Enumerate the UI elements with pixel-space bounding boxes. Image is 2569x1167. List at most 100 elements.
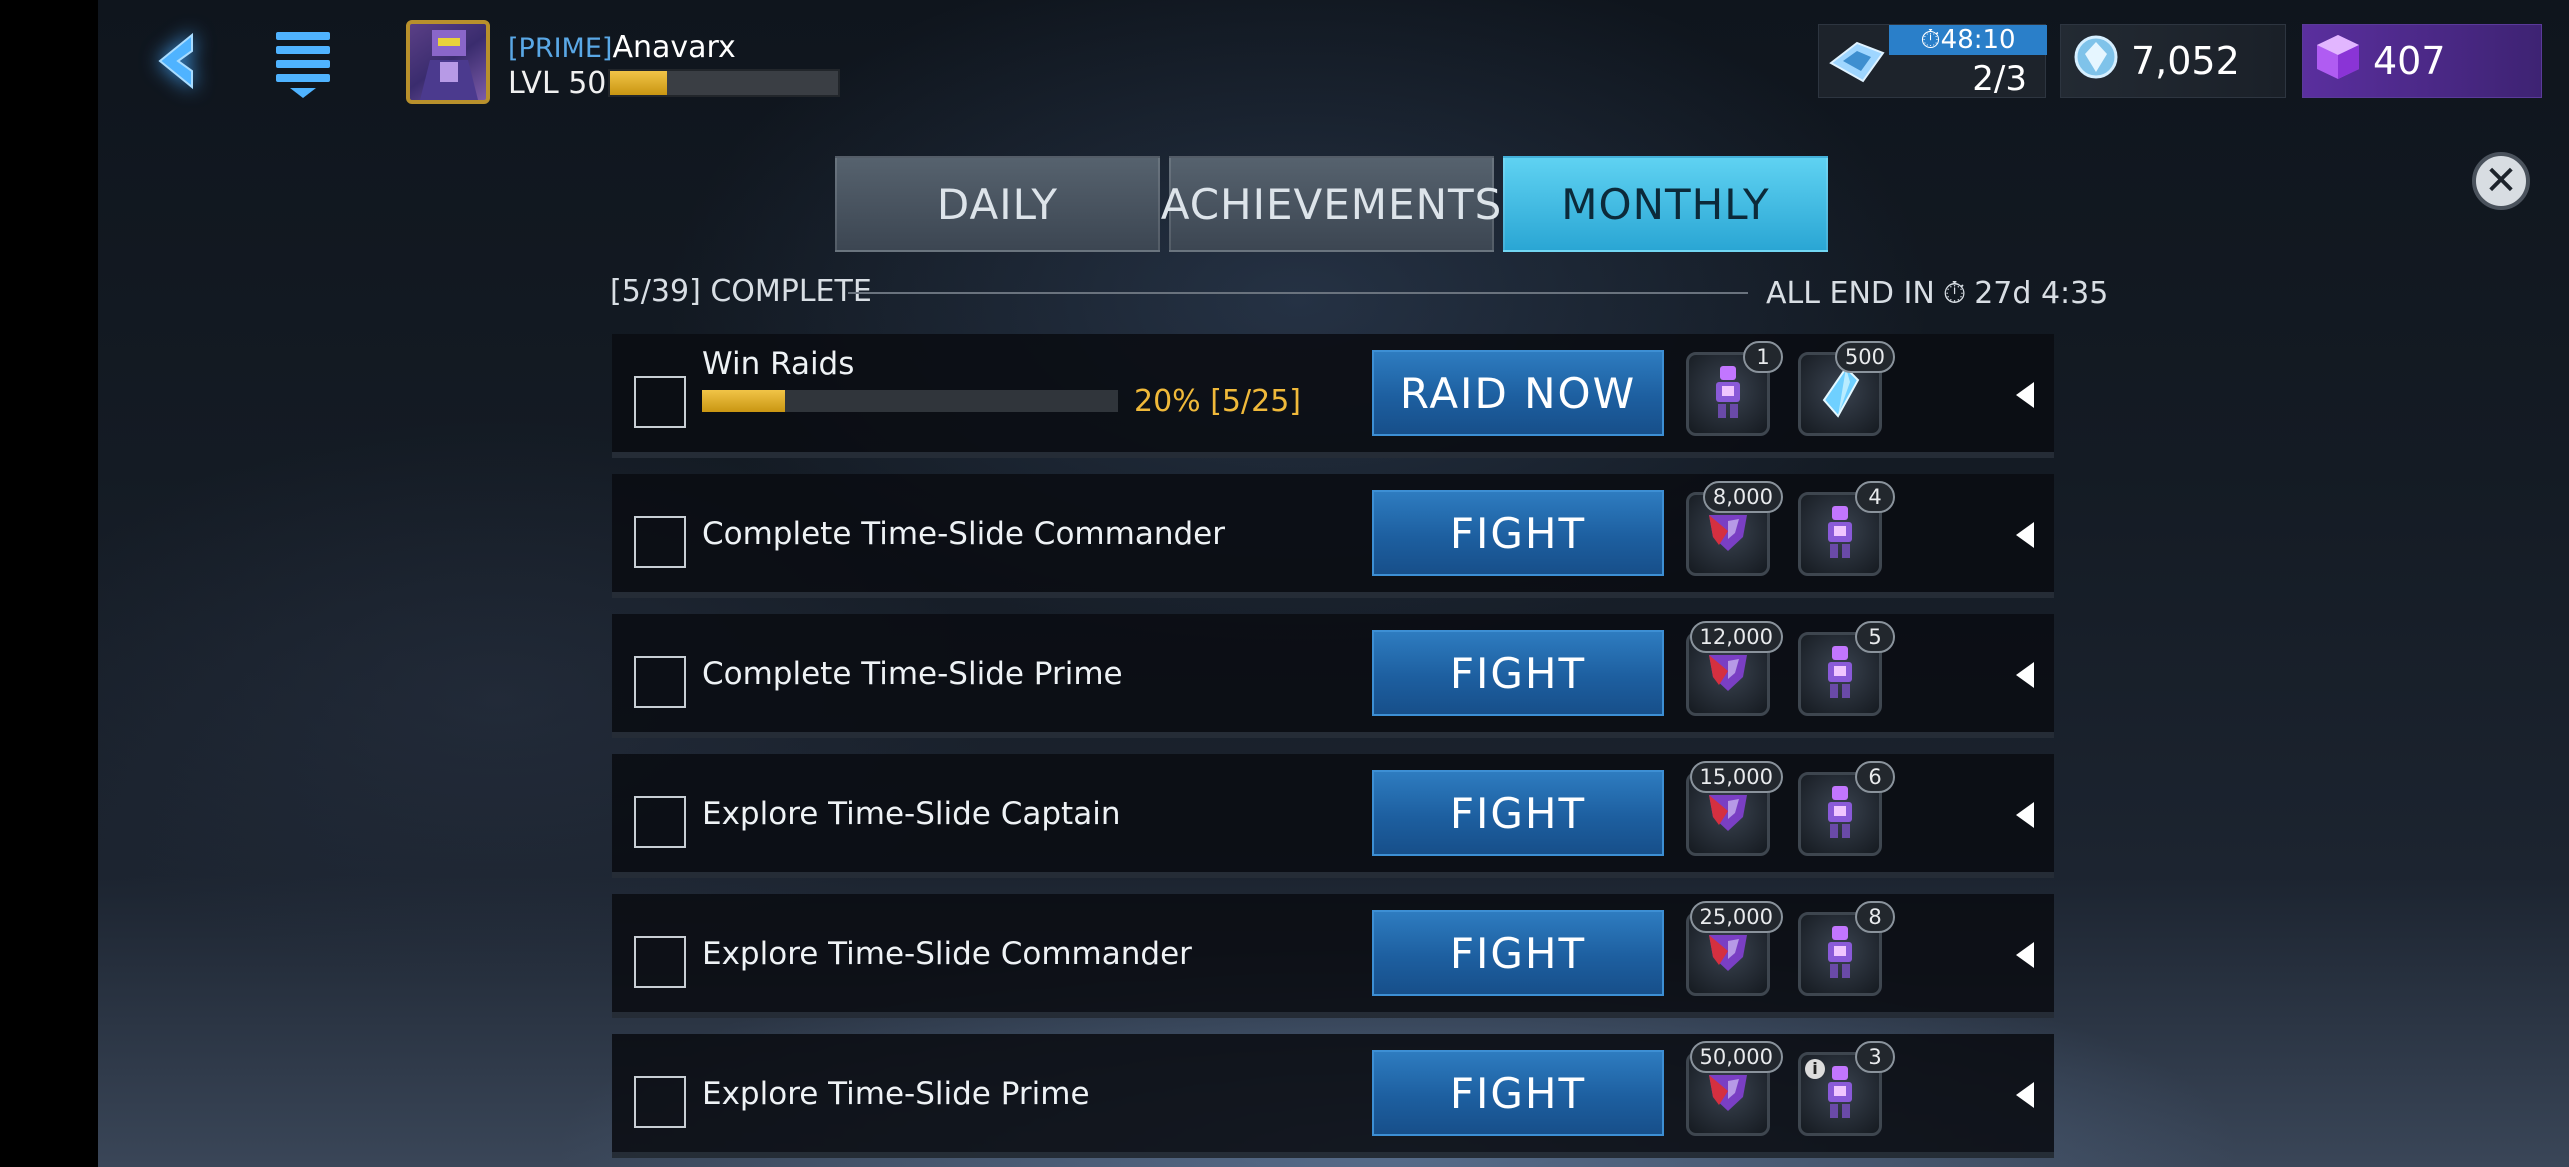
avatar-portrait-icon (420, 30, 478, 100)
reward-item[interactable]: 50,000 (1686, 1041, 1783, 1136)
reward-count-badge: 5 (1855, 621, 1895, 653)
reward-item[interactable]: 8,000 (1686, 481, 1783, 576)
decepticon-icon (1705, 929, 1751, 979)
end-time-value: 27d 4:35 (1974, 276, 2109, 311)
player-avatar[interactable] (406, 20, 490, 104)
mission-title: Complete Time-Slide Prime (702, 656, 1123, 692)
decepticon-icon (1705, 649, 1751, 699)
decepticon-icon (1705, 789, 1751, 839)
tab-achievements[interactable]: ACHIEVEMENTS (1161, 156, 1501, 252)
mission-row: Explore Time-Slide Prime FIGHT 50,000 i 3 (612, 1034, 2054, 1158)
reward-count-badge: 12,000 (1689, 621, 1783, 653)
mission-checkbox[interactable] (634, 376, 686, 428)
mission-row: Explore Time-Slide Commander FIGHT 25,000 8 (612, 894, 2054, 1018)
menu-icon (276, 32, 330, 98)
mission-title: Explore Time-Slide Commander (702, 936, 1192, 972)
mission-action-button[interactable]: FIGHT (1372, 770, 1664, 856)
back-arrow-icon (158, 32, 193, 90)
crystal-icon (1820, 366, 1860, 422)
reward-count-badge: 50,000 (1689, 1041, 1783, 1073)
crystals-counter[interactable]: 7,052 (2060, 24, 2286, 98)
mission-row: Win Raids 20% [5/25] RAID NOW 1 500 (612, 334, 2054, 458)
mission-action-button[interactable]: FIGHT (1372, 490, 1664, 576)
reward-item[interactable]: 6 (1798, 761, 1895, 856)
reward-count-badge: 500 (1834, 341, 1895, 373)
bot-icon (1708, 364, 1748, 424)
mission-row: Complete Time-Slide Commander FIGHT 8,000 4 (612, 474, 2054, 598)
player-name-text: Anavarx (612, 30, 736, 65)
mission-checkbox[interactable] (634, 796, 686, 848)
mission-checkbox[interactable] (634, 1076, 686, 1128)
mission-checkbox[interactable] (634, 936, 686, 988)
decepticon-icon (1705, 1069, 1751, 1119)
clock-icon: ⏱ (1942, 276, 1967, 311)
mission-checkbox[interactable] (634, 516, 686, 568)
end-timer: ALL END IN ⏱ 27d 4:35 (1766, 276, 2108, 311)
mission-action-button[interactable]: FIGHT (1372, 1050, 1664, 1136)
player-name: [PRIME]Anavarx (508, 30, 736, 65)
raid-ticket-icon (1827, 39, 1887, 89)
mission-title: Complete Time-Slide Commander (702, 516, 1225, 552)
tab-daily[interactable]: DAILY (835, 156, 1160, 252)
reward-count-badge: 25,000 (1689, 901, 1783, 933)
xp-bar (608, 69, 840, 97)
reward-item[interactable]: 15,000 (1686, 761, 1783, 856)
mission-action-button[interactable]: FIGHT (1372, 910, 1664, 996)
crystal-currency-icon (2073, 34, 2119, 89)
menu-button[interactable] (272, 28, 334, 100)
bot-icon (1820, 504, 1860, 564)
bot-icon (1820, 924, 1860, 984)
gems-value: 407 (2373, 39, 2446, 83)
reward-item[interactable]: 500 (1798, 341, 1895, 436)
mission-title: Win Raids (702, 346, 855, 382)
crystals-value: 7,052 (2131, 39, 2240, 83)
mission-progress-fill (702, 390, 786, 412)
mission-progress-bar (702, 390, 1118, 412)
header-divider (848, 292, 1748, 294)
xp-bar-fill (610, 71, 667, 95)
reward-count-badge: 6 (1855, 761, 1895, 793)
bot-icon (1820, 644, 1860, 704)
bot-icon (1820, 784, 1860, 844)
mission-title: Explore Time-Slide Captain (702, 796, 1121, 832)
player-level: LVL 50 (508, 66, 607, 101)
raid-energy[interactable]: ⏱48:10 2/3 (1818, 24, 2047, 99)
expand-arrow-icon[interactable] (2016, 522, 2034, 548)
expand-arrow-icon[interactable] (2016, 802, 2034, 828)
bot-icon (1820, 1064, 1860, 1124)
mission-progress-text: 20% [5/25] (1134, 384, 1301, 419)
close-button[interactable]: ✕ (2472, 152, 2530, 210)
info-icon[interactable]: i (1805, 1059, 1825, 1079)
mission-action-button[interactable]: RAID NOW (1372, 350, 1664, 436)
reward-item[interactable]: 25,000 (1686, 901, 1783, 996)
expand-arrow-icon[interactable] (2016, 662, 2034, 688)
expand-arrow-icon[interactable] (2016, 382, 2034, 408)
close-icon: ✕ (2484, 158, 2518, 204)
mission-action-button[interactable]: FIGHT (1372, 630, 1664, 716)
expand-arrow-icon[interactable] (2016, 942, 2034, 968)
reward-count-badge: 8,000 (1702, 481, 1783, 513)
reward-count-badge: 3 (1855, 1041, 1895, 1073)
energy-timer: ⏱48:10 (1889, 25, 2047, 55)
back-button[interactable] (140, 26, 210, 96)
reward-count-badge: 4 (1855, 481, 1895, 513)
reward-item[interactable]: 5 (1798, 621, 1895, 716)
end-label-text: ALL END IN (1766, 276, 1935, 311)
mission-title: Explore Time-Slide Prime (702, 1076, 1090, 1112)
player-tag: [PRIME] (508, 33, 613, 64)
reward-count-badge: 8 (1855, 901, 1895, 933)
mission-row: Explore Time-Slide Captain FIGHT 15,000 6 (612, 754, 2054, 878)
gem-currency-icon (2315, 33, 2361, 90)
tab-monthly[interactable]: MONTHLY (1503, 156, 1828, 252)
reward-item[interactable]: 1 (1686, 341, 1783, 436)
gems-counter[interactable]: 407 (2302, 24, 2542, 98)
reward-item[interactable]: 4 (1798, 481, 1895, 576)
reward-item[interactable]: i3 (1798, 1041, 1895, 1136)
reward-item[interactable]: 8 (1798, 901, 1895, 996)
reward-item[interactable]: 12,000 (1686, 621, 1783, 716)
reward-count-badge: 15,000 (1689, 761, 1783, 793)
mission-checkbox[interactable] (634, 656, 686, 708)
decepticon-icon (1705, 509, 1751, 559)
expand-arrow-icon[interactable] (2016, 1082, 2034, 1108)
energy-count: 2/3 (1972, 59, 2027, 99)
